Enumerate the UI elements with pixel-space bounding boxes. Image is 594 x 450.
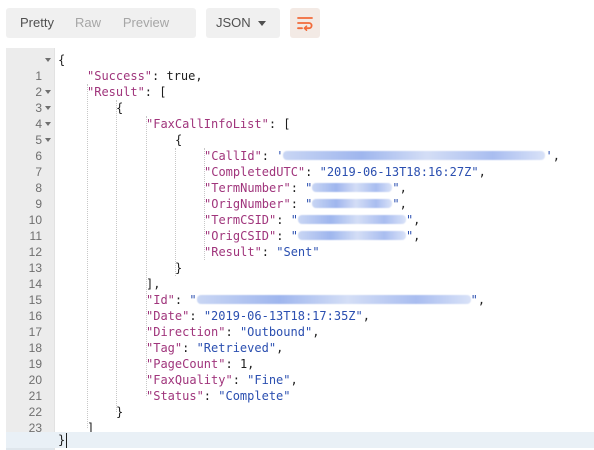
code-line: 3 "Result": [ — [6, 84, 594, 115]
json-value: "Outbound" — [239, 325, 313, 339]
json-key: "TermCSID" — [204, 213, 277, 227]
raw-tab[interactable]: Raw — [68, 8, 108, 38]
code-line-active: 25 } — [6, 432, 594, 450]
code-line: 21 "FaxQuality": "Fine", — [6, 372, 594, 403]
preview-tab[interactable]: Preview — [108, 8, 184, 38]
json-value: true — [166, 69, 196, 83]
json-key: "Direction" — [146, 325, 226, 339]
code-line: 9 "TermNumber": " ", — [6, 180, 594, 211]
format-dropdown-label: JSON — [216, 15, 251, 30]
code-line: 10 "OrigNumber": " ", — [6, 196, 594, 227]
json-key: "Tag" — [146, 341, 183, 355]
code-line: 7 "CallId": ' ', — [6, 148, 594, 179]
json-key: "Status" — [146, 389, 204, 403]
json-key: "TermNumber" — [204, 181, 291, 195]
json-key: "CompletedUTC" — [204, 165, 306, 179]
redacted-value — [312, 183, 393, 192]
json-key: "CallId" — [204, 149, 262, 163]
json-key: "Id" — [146, 293, 175, 307]
redacted-value — [196, 295, 471, 304]
json-value: "2019-06-13T18:16:27Z" — [319, 165, 479, 179]
redacted-value — [312, 199, 393, 208]
code-editor[interactable]: 1 { 2 "Success": true, 3 "Result": [ 4 {… — [0, 48, 594, 450]
code-line: 5 "FaxCallInfoList": [ — [6, 116, 594, 147]
code-line: 11 "TermCSID": " ", — [6, 212, 594, 243]
json-brace: } — [175, 261, 183, 275]
code-line: 19 "Tag": "Retrieved", — [6, 340, 594, 371]
json-value: "Complete" — [218, 389, 291, 403]
json-key: "FaxCallInfoList" — [146, 117, 269, 131]
code-line: 18 "Direction": "Outbound", — [6, 324, 594, 355]
code-line: 14 } — [6, 260, 594, 291]
code-line: 22 "Status": "Complete" — [6, 388, 594, 419]
code-line: 4 { — [6, 100, 594, 131]
view-mode-tabs: Pretty Raw Preview — [6, 8, 196, 38]
json-brace: { — [116, 101, 124, 115]
json-brace: { — [175, 133, 183, 147]
response-toolbar: Pretty Raw Preview JSON — [0, 0, 594, 48]
fold-arrow-icon[interactable] — [45, 58, 51, 62]
code-line: 12 "OrigCSID": " ", — [6, 228, 594, 259]
json-key: "Result" — [204, 245, 262, 259]
json-value: "Retrieved" — [196, 341, 277, 355]
json-value: "Sent" — [276, 245, 320, 259]
fold-arrow-icon[interactable] — [45, 122, 51, 126]
code-line: 6 { — [6, 132, 594, 163]
fold-arrow-icon[interactable] — [45, 90, 51, 94]
json-brace: } — [116, 405, 124, 419]
text-cursor — [66, 433, 67, 448]
code-line: 20 "PageCount": 1, — [6, 356, 594, 387]
json-key: "OrigNumber" — [204, 197, 291, 211]
json-bracket: [ — [283, 117, 291, 131]
code-line: 15 ], — [6, 276, 594, 307]
redacted-value — [283, 151, 546, 160]
json-key: "Success" — [87, 69, 153, 83]
redacted-value — [297, 215, 406, 224]
pretty-tab[interactable]: Pretty — [6, 8, 68, 38]
json-key: "PageCount" — [146, 357, 226, 371]
json-brace: } — [58, 433, 66, 447]
code-line: 8 "CompletedUTC": "2019-06-13T18:16:27Z"… — [6, 164, 594, 195]
json-key: "OrigCSID" — [204, 229, 277, 243]
chevron-down-icon — [258, 21, 266, 26]
json-key: "FaxQuality" — [146, 373, 233, 387]
code-line: 13 "Result": "Sent" — [6, 244, 594, 275]
code-line: 17 "Date": "2019-06-13T18:17:35Z", — [6, 308, 594, 339]
json-key: "Date" — [146, 309, 190, 323]
code-line: 1 { — [6, 52, 594, 83]
response-viewer: Pretty Raw Preview JSON 1 {2 "Success":… — [0, 0, 594, 450]
code-line: 16 "Id": " ", — [6, 292, 594, 323]
wrap-lines-button[interactable] — [290, 8, 320, 38]
code-line: 2 "Success": true, — [6, 68, 594, 99]
json-value: 1 — [239, 357, 248, 371]
redacted-value — [297, 231, 406, 240]
json-brace: { — [58, 53, 66, 67]
format-dropdown[interactable]: JSON — [206, 8, 280, 38]
json-value: "2019-06-13T18:17:35Z" — [203, 309, 363, 323]
json-bracket: [ — [159, 85, 167, 99]
fold-arrow-icon[interactable] — [45, 106, 51, 110]
json-bracket: ], — [146, 277, 161, 291]
fold-arrow-icon[interactable] — [45, 138, 51, 142]
json-key: "Result" — [87, 85, 145, 99]
wrap-lines-icon — [297, 17, 313, 31]
json-value: "Fine" — [247, 373, 291, 387]
code-line: 23 } — [6, 404, 594, 435]
